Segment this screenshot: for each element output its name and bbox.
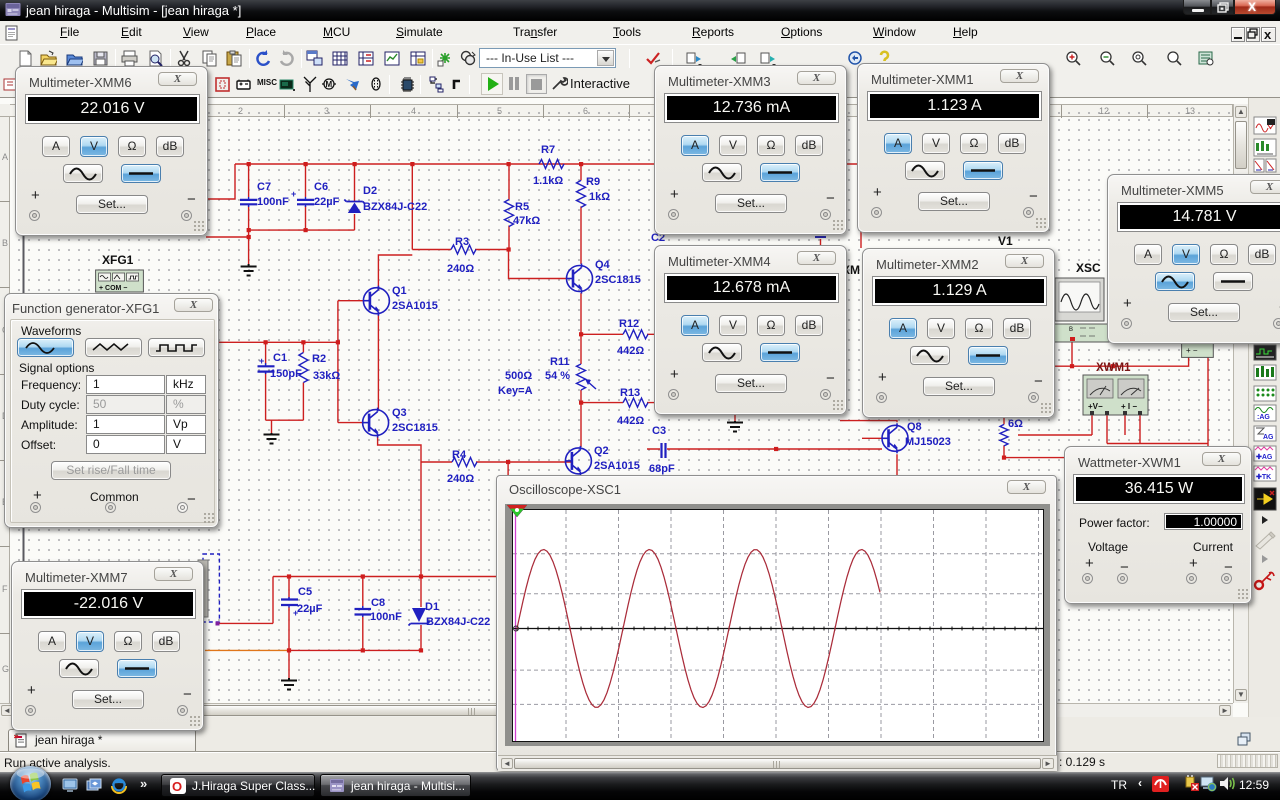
svg-text:150pF: 150pF: [270, 368, 302, 380]
svg-text:+V−: +V−: [1088, 402, 1103, 411]
svg-text::AG: :AG: [1257, 414, 1270, 421]
svg-text:AG: AG: [1263, 434, 1274, 441]
svg-text:XFG1: XFG1: [102, 253, 134, 267]
svg-text:D1: D1: [425, 601, 439, 613]
svg-text:54 %: 54 %: [545, 370, 570, 382]
svg-text:XWM1: XWM1: [1096, 362, 1131, 374]
svg-text:Q8: Q8: [907, 421, 922, 433]
svg-text:442Ω: 442Ω: [617, 415, 644, 427]
svg-text:47kΩ: 47kΩ: [513, 215, 540, 227]
svg-text:2SA1015: 2SA1015: [594, 460, 640, 472]
svg-text:R12: R12: [619, 318, 639, 330]
svg-text:C7: C7: [257, 181, 271, 193]
svg-text:Key=A: Key=A: [498, 385, 533, 397]
svg-text:R3: R3: [455, 236, 469, 248]
svg-text:68pF: 68pF: [649, 463, 675, 475]
svg-text:R9: R9: [586, 176, 600, 188]
svg-text:+ −: + −: [1186, 346, 1198, 355]
svg-text:22µF: 22µF: [314, 196, 340, 208]
svg-text:R4: R4: [452, 449, 467, 461]
svg-text:XSC: XSC: [1076, 261, 1101, 275]
svg-text:240Ω: 240Ω: [447, 263, 474, 275]
svg-text:MJ15023: MJ15023: [905, 436, 951, 448]
svg-text:6Ω: 6Ω: [1008, 418, 1023, 430]
svg-text:V1: V1: [998, 234, 1013, 248]
svg-text:33kΩ: 33kΩ: [313, 370, 340, 382]
svg-text:500Ω: 500Ω: [505, 370, 532, 382]
svg-text:442Ω: 442Ω: [617, 345, 644, 357]
svg-text:C3: C3: [652, 425, 666, 437]
svg-text:+ I −: + I −: [1121, 402, 1137, 411]
svg-text:+: +: [259, 356, 264, 366]
svg-text:M: M: [326, 80, 333, 89]
svg-text:R2: R2: [312, 353, 326, 365]
svg-text:R13: R13: [620, 387, 640, 399]
svg-text:C5: C5: [298, 586, 312, 598]
svg-text:D2: D2: [363, 185, 377, 197]
svg-text:Q1: Q1: [392, 285, 407, 297]
svg-text:2SC1815: 2SC1815: [595, 274, 641, 286]
svg-text:B: B: [1069, 327, 1073, 333]
svg-text:C6: C6: [314, 181, 328, 193]
svg-text:C8: C8: [371, 597, 385, 609]
svg-text:100nF: 100nF: [370, 611, 402, 623]
svg-text:R7: R7: [541, 144, 555, 156]
svg-text:Q3: Q3: [392, 407, 407, 419]
svg-text:+: +: [291, 189, 296, 199]
svg-text:+ COM −: + COM −: [99, 285, 127, 292]
svg-text:240Ω: 240Ω: [447, 473, 474, 485]
svg-text:R5: R5: [515, 201, 529, 213]
svg-text:BZX84J-C22: BZX84J-C22: [363, 201, 427, 213]
svg-text:✚TK: ✚TK: [1256, 473, 1271, 481]
svg-text:C1: C1: [273, 352, 287, 364]
svg-text:✚AG: ✚AG: [1256, 453, 1273, 461]
svg-text:100nF: 100nF: [257, 196, 289, 208]
svg-text:2SC1815: 2SC1815: [392, 422, 438, 434]
svg-text:Q2: Q2: [594, 445, 609, 457]
svg-text:Q4: Q4: [595, 259, 611, 271]
svg-text:BZX84J-C22: BZX84J-C22: [426, 616, 490, 628]
svg-text:22µF: 22µF: [297, 603, 323, 615]
svg-text:2SA1015: 2SA1015: [392, 300, 438, 312]
svg-text:R11: R11: [550, 356, 570, 368]
svg-text:1kΩ: 1kΩ: [589, 191, 610, 203]
svg-text:1.1kΩ: 1.1kΩ: [533, 175, 563, 187]
